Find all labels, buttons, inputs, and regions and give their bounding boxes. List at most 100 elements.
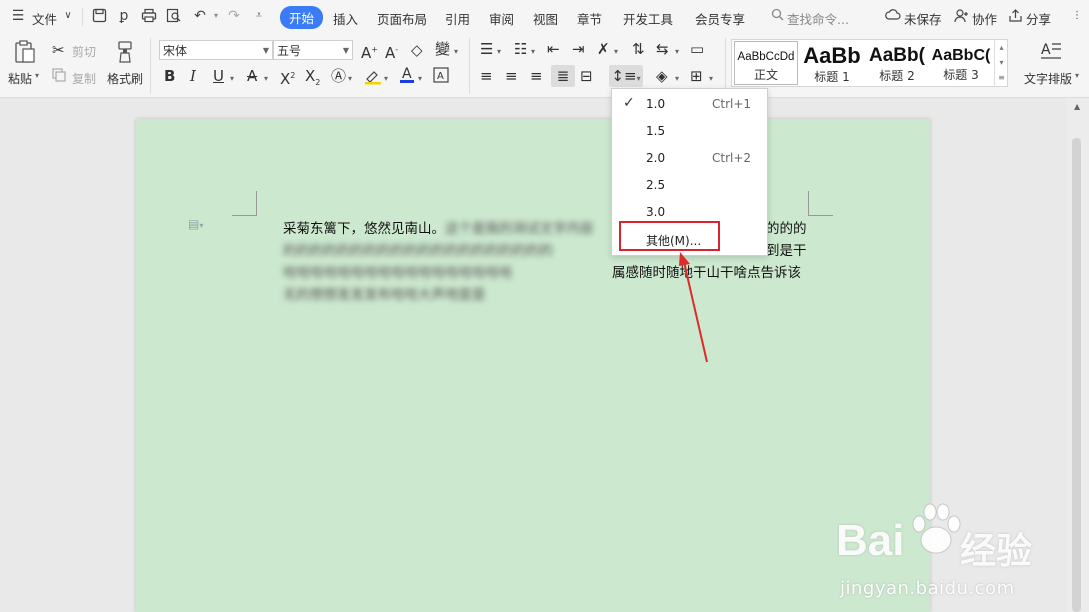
format-painter-label[interactable]: 格式刷 [107, 70, 143, 87]
chinese-layout-icon[interactable]: ✗ [597, 40, 610, 58]
file-menu[interactable]: 文件 [32, 9, 57, 28]
grow-font-icon[interactable]: A+ [361, 41, 378, 62]
phonetic-dropdown-icon[interactable]: ▾ [454, 43, 458, 61]
align-right-icon[interactable]: ≡ [530, 67, 543, 85]
tab-view[interactable]: 视图 [533, 9, 558, 28]
tab-home[interactable]: 开始 [280, 6, 324, 29]
align-left-icon[interactable]: ≡ [480, 67, 493, 85]
text-effect-icon[interactable]: Ⓐ [331, 67, 346, 85]
font-size-select[interactable]: 五号 ▼ [273, 40, 353, 60]
paragraph-handle-icon[interactable]: ▤▾ [188, 217, 203, 231]
tab-member[interactable]: 会员专享 [695, 9, 745, 28]
text-layout-label[interactable]: 文字排版 [1024, 70, 1072, 87]
style-normal[interactable]: AaBbCcDd 正文 [734, 41, 798, 85]
char-border-icon[interactable]: A [433, 67, 449, 87]
sort-icon[interactable]: ⇅ [632, 40, 645, 58]
bullet-list-dropdown-icon[interactable]: ▾ [497, 43, 501, 61]
document-page[interactable]: ▤▾ 采菊东篱下，悠然见南山。这个是我的测试文字内容 的的的 的的的的的的的的的… [136, 119, 930, 612]
style-heading-3[interactable]: AaBbC( 标题 3 [930, 40, 992, 86]
show-marks-icon[interactable]: ⇆ [656, 40, 669, 58]
scrollbar-thumb[interactable] [1072, 138, 1081, 612]
numbered-list-dropdown-icon[interactable]: ▾ [531, 43, 535, 61]
border-icon[interactable]: ⊞ [690, 67, 703, 85]
doc-line-1[interactable]: 采菊东篱下，悠然见南山。这个是我的测试文字内容 [283, 217, 594, 237]
tab-references[interactable]: 引用 [445, 9, 470, 28]
underline-icon[interactable]: U [213, 67, 224, 85]
vertical-scrollbar[interactable]: ▲ [1066, 98, 1089, 612]
bullet-list-icon[interactable]: ☰ [480, 40, 493, 58]
decrease-indent-icon[interactable]: ⇤ [547, 40, 560, 58]
option-value: 1.0 [646, 97, 666, 111]
doc-line-2-tail: 到是干 [766, 243, 807, 259]
italic-icon[interactable]: I [190, 67, 196, 85]
style-gallery-scroll[interactable]: ▴ ▾ ≡ [994, 40, 1008, 86]
border-dropdown-icon[interactable]: ▾ [709, 70, 713, 88]
text-effect-dropdown-icon[interactable]: ▾ [348, 70, 352, 88]
clear-format-icon[interactable]: ◇ [411, 41, 423, 59]
export-icon[interactable]: ꝑ [116, 8, 132, 24]
unsaved-status[interactable]: 未保存 [904, 9, 942, 28]
font-color-icon[interactable]: A [399, 65, 415, 89]
underline-dropdown-icon[interactable]: ▾ [230, 70, 234, 88]
line-spacing-option-1-0[interactable]: ✓ 1.0 Ctrl+1 [612, 90, 767, 117]
line-spacing-option-1-5[interactable]: 1.5 [612, 117, 767, 144]
share-button[interactable]: 分享 [1026, 9, 1051, 28]
print-icon[interactable] [141, 8, 157, 24]
style-heading-1[interactable]: AaBb 标题 1 [800, 40, 864, 86]
cut-icon[interactable]: ✂ [52, 41, 65, 59]
align-center-icon[interactable]: ≡ [505, 67, 518, 85]
hamburger-icon[interactable]: ☰ [10, 8, 26, 24]
more-icon[interactable]: ⋮ [1069, 8, 1085, 24]
customize-chevron-icon[interactable]: ⩡ [251, 8, 267, 24]
line-spacing-option-2-0[interactable]: 2.0 Ctrl+2 [612, 144, 767, 171]
show-marks-dropdown-icon[interactable]: ▾ [675, 43, 679, 61]
numbered-list-icon[interactable]: ☷ [514, 40, 527, 58]
print-preview-icon[interactable] [166, 8, 182, 24]
undo-dropdown-icon[interactable]: ▾ [208, 8, 224, 24]
copy-label[interactable]: 复制 [72, 70, 96, 87]
phonetic-icon[interactable]: 變 [435, 40, 450, 58]
style-heading-2[interactable]: AaBb( 标题 2 [865, 40, 929, 86]
distributed-icon[interactable]: ⊟ [580, 67, 593, 85]
collaborate-button[interactable]: 协作 [972, 9, 997, 28]
scroll-up-icon[interactable]: ▲ [1074, 102, 1080, 111]
undo-icon[interactable]: ↶ [192, 8, 208, 24]
text-layout-dropdown-icon[interactable]: ▾ [1075, 71, 1079, 80]
tab-review[interactable]: 审阅 [489, 9, 514, 28]
tab-developer[interactable]: 开发工具 [623, 9, 673, 28]
option-value: 2.0 [646, 151, 666, 165]
tab-page-layout[interactable]: 页面布局 [377, 9, 427, 28]
strikethrough-dropdown-icon[interactable]: ▾ [264, 70, 268, 88]
shading-icon[interactable]: ◈ [656, 67, 668, 85]
paste-label[interactable]: 粘贴 [8, 70, 32, 87]
strikethrough-icon[interactable]: A [247, 67, 257, 85]
shading-dropdown-icon[interactable]: ▾ [675, 70, 679, 88]
highlight-dropdown-icon[interactable]: ▾ [384, 70, 388, 88]
paste-icon[interactable] [14, 40, 36, 63]
line-spacing-icon[interactable]: ↕≡▾ [609, 65, 643, 87]
font-color-dropdown-icon[interactable]: ▾ [418, 70, 422, 88]
copy-icon[interactable] [52, 68, 66, 86]
highlight-icon[interactable] [364, 67, 382, 89]
chevron-down-icon[interactable]: ∨ [60, 8, 76, 24]
justify-icon[interactable]: ≣ [551, 65, 575, 87]
increase-indent-icon[interactable]: ⇥ [572, 40, 585, 58]
chinese-layout-dropdown-icon[interactable]: ▾ [614, 43, 618, 61]
format-painter-icon[interactable] [114, 40, 136, 68]
line-spacing-option-2-5[interactable]: 2.5 [612, 171, 767, 198]
save-icon[interactable] [91, 8, 107, 24]
shrink-font-icon[interactable]: A- [385, 41, 398, 62]
font-name-select[interactable]: 宋体 ▼ [159, 40, 273, 60]
paste-dropdown-icon[interactable]: ▾ [35, 71, 39, 80]
ruler-icon[interactable]: ▭ [690, 40, 704, 58]
subscript-icon[interactable]: X2 [305, 67, 320, 92]
superscript-icon[interactable]: X2 [280, 67, 295, 88]
command-search[interactable]: 查找命令... [787, 9, 849, 28]
redo-icon[interactable]: ↷ [226, 8, 242, 24]
bold-icon[interactable]: B [164, 67, 175, 85]
style-heading-2-name: 标题 2 [879, 69, 915, 83]
tab-insert[interactable]: 插入 [333, 9, 358, 28]
cut-label[interactable]: 剪切 [72, 43, 96, 60]
tab-chapter[interactable]: 章节 [577, 9, 602, 28]
text-layout-icon[interactable]: A [1040, 40, 1062, 64]
